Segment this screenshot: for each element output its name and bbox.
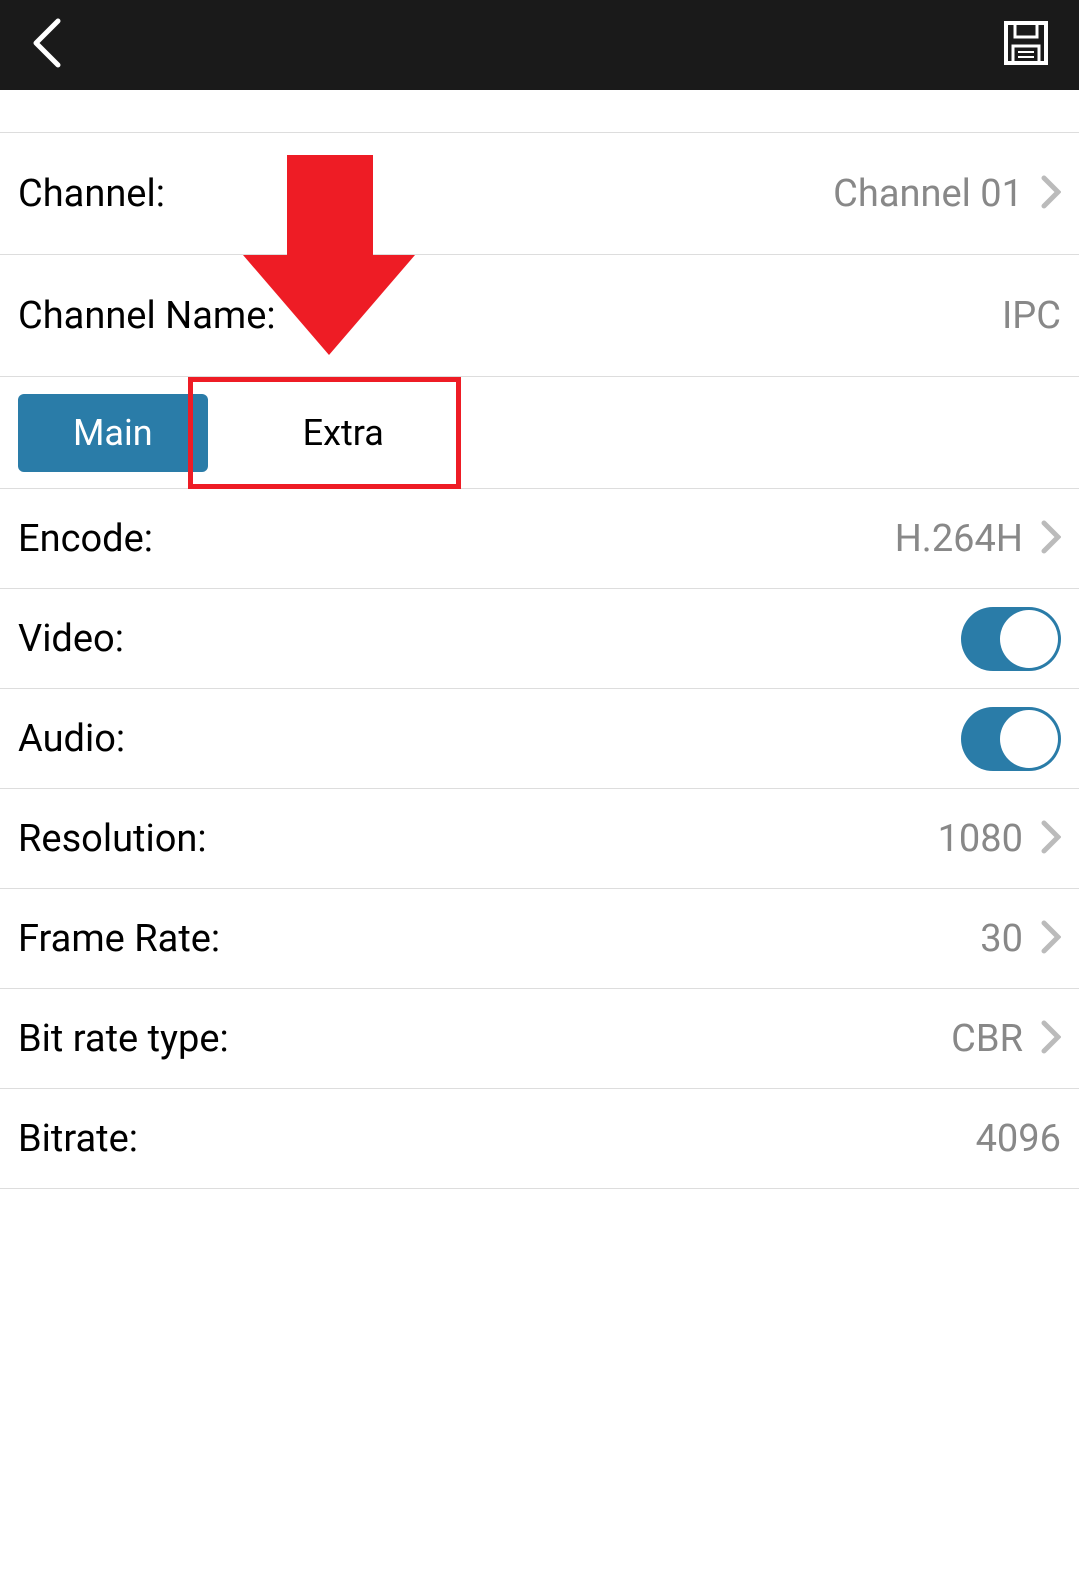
- header-bar: [0, 0, 1079, 90]
- video-toggle[interactable]: [961, 607, 1061, 671]
- toggle-knob: [1000, 610, 1058, 668]
- encode-value-area: H.264H: [895, 517, 1061, 561]
- chevron-right-icon: [1041, 520, 1061, 558]
- audio-row: Audio:: [0, 689, 1079, 789]
- frame-rate-value: 30: [980, 917, 1023, 961]
- channel-name-row[interactable]: Channel Name: IPC: [0, 255, 1079, 377]
- channel-name-value-area: IPC: [1002, 294, 1061, 338]
- channel-row[interactable]: Channel: Channel 01: [0, 133, 1079, 255]
- encode-label: Encode:: [18, 517, 153, 561]
- chevron-right-icon: [1041, 820, 1061, 858]
- chevron-right-icon: [1041, 1020, 1061, 1058]
- encode-row[interactable]: Encode: H.264H: [0, 489, 1079, 589]
- bitrate-label: Bitrate:: [18, 1117, 138, 1161]
- channel-value: Channel 01: [833, 172, 1023, 216]
- bitrate-type-row[interactable]: Bit rate type: CBR: [0, 989, 1079, 1089]
- save-icon[interactable]: [1003, 20, 1049, 70]
- frame-rate-value-area: 30: [980, 917, 1061, 961]
- audio-label: Audio:: [18, 717, 125, 761]
- tab-main[interactable]: Main: [18, 394, 208, 472]
- resolution-row[interactable]: Resolution: 1080: [0, 789, 1079, 889]
- bitrate-row[interactable]: Bitrate: 4096: [0, 1089, 1079, 1189]
- resolution-value-area: 1080: [938, 817, 1061, 861]
- frame-rate-row[interactable]: Frame Rate: 30: [0, 889, 1079, 989]
- toggle-knob: [1000, 710, 1058, 768]
- frame-rate-label: Frame Rate:: [18, 917, 220, 961]
- tab-row: Main Extra: [0, 377, 1079, 489]
- video-row: Video:: [0, 589, 1079, 689]
- spacer: [0, 90, 1079, 133]
- chevron-right-icon: [1041, 920, 1061, 958]
- bitrate-type-value-area: CBR: [951, 1017, 1061, 1061]
- channel-value-area: Channel 01: [833, 172, 1061, 216]
- audio-toggle[interactable]: [961, 707, 1061, 771]
- channel-label: Channel:: [18, 172, 165, 216]
- resolution-value: 1080: [938, 817, 1023, 861]
- encode-value: H.264H: [895, 517, 1023, 561]
- chevron-right-icon: [1041, 175, 1061, 213]
- bitrate-value: 4096: [976, 1117, 1061, 1161]
- channel-name-value: IPC: [1002, 294, 1061, 338]
- bitrate-type-label: Bit rate type:: [18, 1017, 229, 1061]
- channel-name-label: Channel Name:: [18, 294, 276, 338]
- bitrate-value-area: 4096: [976, 1117, 1061, 1161]
- resolution-label: Resolution:: [18, 817, 207, 861]
- video-label: Video:: [18, 617, 124, 661]
- bitrate-type-value: CBR: [951, 1017, 1023, 1061]
- back-icon[interactable]: [30, 17, 66, 73]
- tab-extra[interactable]: Extra: [248, 394, 439, 472]
